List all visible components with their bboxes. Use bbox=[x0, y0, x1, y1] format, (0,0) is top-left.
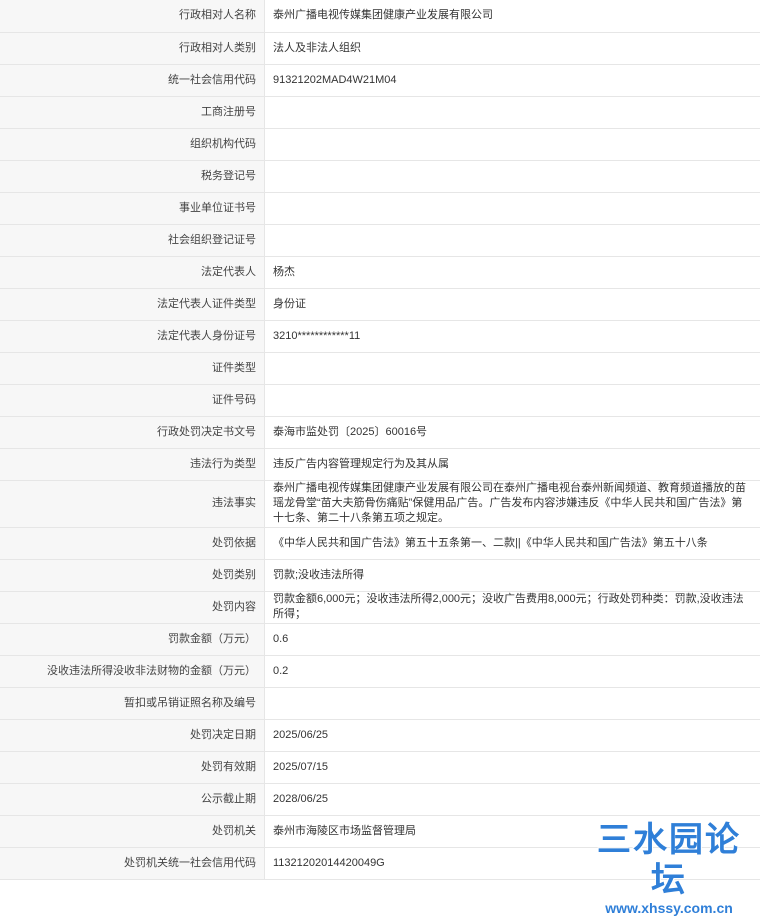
row-counterparty-category: 行政相对人类别 法人及非法人组织 bbox=[0, 32, 760, 64]
row-label: 罚款金额（万元） bbox=[0, 623, 265, 655]
row-decision-date: 处罚决定日期 2025/06/25 bbox=[0, 719, 760, 751]
row-label: 处罚内容 bbox=[0, 591, 265, 623]
row-decision-doc-number: 行政处罚决定书文号 泰海市监处罚〔2025〕60016号 bbox=[0, 416, 760, 448]
row-value bbox=[265, 192, 760, 224]
row-value: 2025/06/25 bbox=[265, 719, 760, 751]
row-value bbox=[265, 96, 760, 128]
row-value: 泰州广播电视传媒集团健康产业发展有限公司在泰州广播电视台泰州新闻频道、教育频道播… bbox=[265, 480, 760, 527]
watermark-title: 三水园论坛 bbox=[584, 820, 754, 900]
row-public-institution-cert: 事业单位证书号 bbox=[0, 192, 760, 224]
penalty-info-table: 行政相对人名称 泰州广播电视传媒集团健康产业发展有限公司 行政相对人类别 法人及… bbox=[0, 0, 760, 880]
row-violation-facts: 违法事实 泰州广播电视传媒集团健康产业发展有限公司在泰州广播电视台泰州新闻频道、… bbox=[0, 480, 760, 527]
row-fine-amount: 罚款金额（万元） 0.6 bbox=[0, 623, 760, 655]
row-label: 处罚决定日期 bbox=[0, 719, 265, 751]
row-org-code: 组织机构代码 bbox=[0, 128, 760, 160]
row-valid-until: 处罚有效期 2025/07/15 bbox=[0, 751, 760, 783]
row-value: 罚款;没收违法所得 bbox=[265, 559, 760, 591]
row-value: 3210************11 bbox=[265, 320, 760, 352]
row-label: 行政相对人类别 bbox=[0, 32, 265, 64]
row-value: 0.6 bbox=[265, 623, 760, 655]
row-label: 没收违法所得没收非法财物的金额（万元） bbox=[0, 655, 265, 687]
row-penalty-category: 处罚类别 罚款;没收违法所得 bbox=[0, 559, 760, 591]
row-label: 事业单位证书号 bbox=[0, 192, 265, 224]
row-value bbox=[265, 224, 760, 256]
row-confiscation-amount: 没收违法所得没收非法财物的金额（万元） 0.2 bbox=[0, 655, 760, 687]
row-value bbox=[265, 128, 760, 160]
row-value: 0.2 bbox=[265, 655, 760, 687]
row-legal-rep-id-type: 法定代表人证件类型 身份证 bbox=[0, 288, 760, 320]
row-label: 处罚依据 bbox=[0, 527, 265, 559]
row-business-reg-no: 工商注册号 bbox=[0, 96, 760, 128]
row-label: 工商注册号 bbox=[0, 96, 265, 128]
row-label: 违法行为类型 bbox=[0, 448, 265, 480]
row-label: 暂扣或吊销证照名称及编号 bbox=[0, 687, 265, 719]
row-value: 《中华人民共和国广告法》第五十五条第一、二款||《中华人民共和国广告法》第五十八… bbox=[265, 527, 760, 559]
row-value bbox=[265, 384, 760, 416]
site-watermark: 三水园论坛 www.xhssy.com.cn bbox=[584, 820, 754, 880]
row-label: 行政处罚决定书文号 bbox=[0, 416, 265, 448]
row-id-type: 证件类型 bbox=[0, 352, 760, 384]
row-value bbox=[265, 352, 760, 384]
row-label: 违法事实 bbox=[0, 480, 265, 527]
row-tax-reg-no: 税务登记号 bbox=[0, 160, 760, 192]
row-id-number: 证件号码 bbox=[0, 384, 760, 416]
row-value: 泰州广播电视传媒集团健康产业发展有限公司 bbox=[265, 0, 760, 32]
row-label: 税务登记号 bbox=[0, 160, 265, 192]
row-value: 2025/07/15 bbox=[265, 751, 760, 783]
row-label: 统一社会信用代码 bbox=[0, 64, 265, 96]
row-social-org-reg-cert: 社会组织登记证号 bbox=[0, 224, 760, 256]
row-label: 处罚类别 bbox=[0, 559, 265, 591]
row-label: 处罚有效期 bbox=[0, 751, 265, 783]
row-value: 罚款金额6,000元；没收违法所得2,000元；没收广告费用8,000元；行政处… bbox=[265, 591, 760, 623]
row-counterparty-name: 行政相对人名称 泰州广播电视传媒集团健康产业发展有限公司 bbox=[0, 0, 760, 32]
row-penalty-basis: 处罚依据 《中华人民共和国广告法》第五十五条第一、二款||《中华人民共和国广告法… bbox=[0, 527, 760, 559]
row-value bbox=[265, 687, 760, 719]
row-publicity-deadline: 公示截止期 2028/06/25 bbox=[0, 783, 760, 815]
row-value: 91321202MAD4W21M04 bbox=[265, 64, 760, 96]
row-value: 法人及非法人组织 bbox=[265, 32, 760, 64]
row-label: 法定代表人 bbox=[0, 256, 265, 288]
row-value: 泰海市监处罚〔2025〕60016号 bbox=[265, 416, 760, 448]
row-label: 组织机构代码 bbox=[0, 128, 265, 160]
row-license-suspension: 暂扣或吊销证照名称及编号 bbox=[0, 687, 760, 719]
row-label: 处罚机关统一社会信用代码 bbox=[0, 847, 265, 879]
row-value bbox=[265, 160, 760, 192]
row-credit-code: 统一社会信用代码 91321202MAD4W21M04 bbox=[0, 64, 760, 96]
row-value: 身份证 bbox=[265, 288, 760, 320]
row-legal-representative: 法定代表人 杨杰 bbox=[0, 256, 760, 288]
row-label: 行政相对人名称 bbox=[0, 0, 265, 32]
watermark-url: www.xhssy.com.cn bbox=[584, 900, 754, 916]
row-penalty-content: 处罚内容 罚款金额6,000元；没收违法所得2,000元；没收广告费用8,000… bbox=[0, 591, 760, 623]
row-label: 公示截止期 bbox=[0, 783, 265, 815]
row-label: 法定代表人身份证号 bbox=[0, 320, 265, 352]
row-legal-rep-id-number: 法定代表人身份证号 3210************11 bbox=[0, 320, 760, 352]
row-label: 法定代表人证件类型 bbox=[0, 288, 265, 320]
row-violation-type: 违法行为类型 违反广告内容管理规定行为及其从属 bbox=[0, 448, 760, 480]
row-label: 证件号码 bbox=[0, 384, 265, 416]
row-value: 违反广告内容管理规定行为及其从属 bbox=[265, 448, 760, 480]
row-label: 处罚机关 bbox=[0, 815, 265, 847]
row-label: 证件类型 bbox=[0, 352, 265, 384]
row-value: 2028/06/25 bbox=[265, 783, 760, 815]
row-value: 杨杰 bbox=[265, 256, 760, 288]
penalty-info-body: 行政相对人名称 泰州广播电视传媒集团健康产业发展有限公司 行政相对人类别 法人及… bbox=[0, 0, 760, 879]
row-label: 社会组织登记证号 bbox=[0, 224, 265, 256]
